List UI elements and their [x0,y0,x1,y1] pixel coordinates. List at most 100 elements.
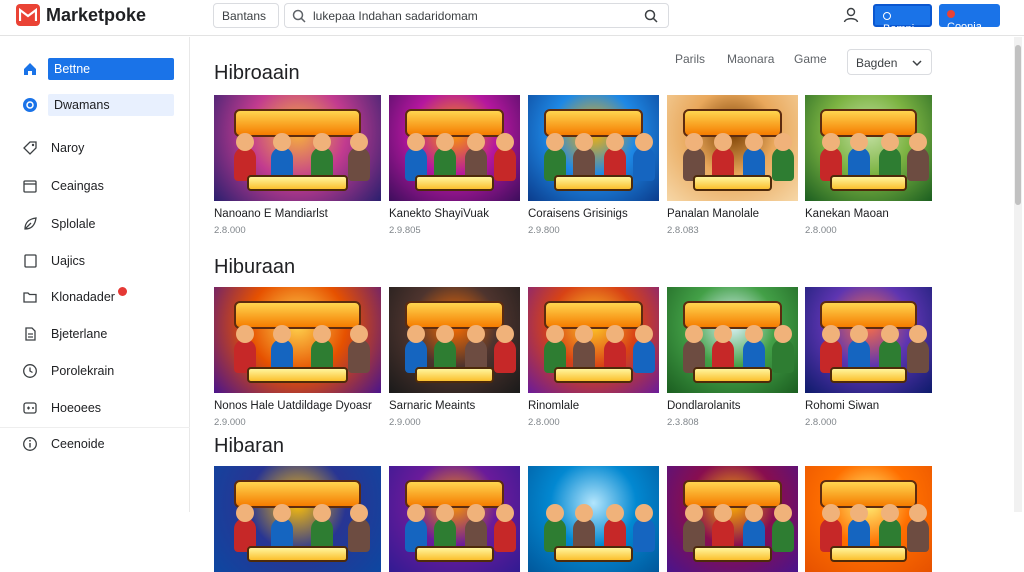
filter-link-2[interactable]: Maonara [727,52,774,66]
game-thumbnail[interactable] [805,95,932,201]
game-title[interactable]: Kanekto ShayiVuak [389,208,520,220]
game-title[interactable]: Kanekan Maoan [805,208,932,220]
sort-dropdown-value: Bagden [856,56,898,70]
sidebar-item-9[interactable]: Porolekrain [10,358,185,384]
game-logo-banner [234,109,361,137]
scrollbar-thumb[interactable] [1015,45,1021,205]
game-card[interactable]: Rohomi Siwan 2.8.000 [805,287,932,428]
game-thumbnail[interactable] [528,466,659,572]
leaf-icon [22,216,38,232]
search-icon [292,9,306,28]
game-title[interactable]: Coraisens Grisinigs [528,208,659,220]
game-title[interactable]: Nanoano E Mandiarlst [214,208,381,220]
game-thumbnail[interactable] [667,95,798,201]
secondary-action-label: Coonia [947,21,982,33]
game-thumbnail[interactable] [528,95,659,201]
character-figure [771,133,794,181]
sidebar-divider [0,427,190,428]
user-account-icon[interactable] [843,7,859,28]
character-figure [632,133,655,181]
game-thumbnail[interactable] [389,95,520,201]
game-thumbnail[interactable] [528,287,659,393]
game-thumbnail[interactable] [214,287,381,393]
game-thumbnail[interactable] [214,466,381,572]
sidebar-item-7[interactable]: Klonadader [10,284,185,310]
sidebar-item-11[interactable]: Ceenoide [10,431,185,457]
sidebar-item-label: Hoeoees [51,401,102,415]
game-title[interactable]: Rinomlale [528,400,659,412]
game-thumbnail[interactable] [805,287,932,393]
sidebar-item-1[interactable]: Bettne [10,56,185,82]
game-meta: 2.9.000 [214,417,246,428]
game-meta: 2.8.000 [805,417,837,428]
game-title[interactable]: Sarnaric Meaints [389,400,520,412]
game-card[interactable]: Dondlarolanits 2.3.808 [667,287,798,428]
game-logo-banner [820,480,917,508]
character-figure [632,325,655,373]
game-card[interactable]: Nonos Hale Uatdildage Dyoasr 2.9.000 [214,287,381,428]
sidebar-item-3[interactable]: Naroy [10,135,185,161]
filter-link-1[interactable]: Parils [675,52,705,66]
search-bar[interactable]: lukepaa Indahan sadaridomam [284,3,669,28]
game-logo-banner [820,109,917,137]
game-card[interactable]: Rinomlale 2.8.000 [528,287,659,428]
notification-badge [118,287,127,296]
gamepad-icon [22,400,38,416]
character-figure [771,504,794,552]
game-card[interactable]: Panalan Manolale 2.8.083 [667,95,798,236]
game-title[interactable]: Dondlarolanits [667,400,798,412]
game-card[interactable] [214,466,381,572]
page-scrollbar[interactable] [1014,37,1022,512]
brand-logo-icon[interactable] [16,4,40,26]
game-subtitle-banner [415,546,494,562]
game-title[interactable]: Rohomi Siwan [805,400,932,412]
search-submit-icon[interactable] [644,9,658,28]
game-card[interactable] [389,466,520,572]
sidebar-item-8[interactable]: Bjeterlane [10,321,185,347]
game-thumbnail[interactable] [389,287,520,393]
game-thumbnail[interactable] [805,466,932,572]
character-figure [906,504,929,552]
search-input[interactable]: lukepaa Indahan sadaridomam [313,9,478,23]
sidebar-item-2[interactable]: Dwamans [10,92,185,118]
primary-action-button[interactable]: Bamni [873,4,932,35]
game-card[interactable] [667,466,798,572]
game-card[interactable]: Sarnaric Meaints 2.9.000 [389,287,520,428]
game-title[interactable]: Panalan Manolale [667,208,798,220]
game-card[interactable]: Kanekto ShayiVuak 2.9.805 [389,95,520,236]
game-meta: 2.8.000 [805,225,837,236]
game-thumbnail[interactable] [214,95,381,201]
game-meta: 2.9.805 [389,225,421,236]
sidebar-item-10[interactable]: Hoeoees [10,395,185,421]
game-card[interactable]: Coraisens Grisinigs 2.9.800 [528,95,659,236]
game-subtitle-banner [830,175,907,191]
sidebar-item-label: Naroy [51,141,85,155]
game-logo-banner [234,301,361,329]
game-thumbnail[interactable] [389,466,520,572]
sidebar-item-5[interactable]: Splolale [10,211,185,237]
sort-dropdown[interactable]: Bagden [847,49,932,75]
game-thumbnail[interactable] [667,466,798,572]
filter-link-3[interactable]: Game [794,52,827,66]
info-icon [22,436,38,452]
game-title[interactable]: Nonos Hale Uatdildage Dyoasr [214,400,381,412]
sidebar-item-label: Splolale [51,217,96,231]
game-subtitle-banner [247,546,348,562]
sidebar-item-6[interactable]: Uajics [10,248,185,274]
game-card[interactable]: Kanekan Maoan 2.8.000 [805,95,932,236]
character-figure [347,133,370,181]
character-figure [906,133,929,181]
sidebar-item-4[interactable]: Ceaingas [10,173,185,199]
game-card[interactable]: Nanoano E Mandiarlst 2.8.000 [214,95,381,236]
game-meta: 2.8.000 [214,225,246,236]
game-card[interactable] [528,466,659,572]
brand-name[interactable]: Marketpoke [46,5,146,26]
game-subtitle-banner [693,175,772,191]
secondary-action-button[interactable]: Coonia [939,4,1000,33]
game-thumbnail[interactable] [667,287,798,393]
game-subtitle-banner [693,546,772,562]
game-logo-banner [234,480,361,508]
category-select[interactable]: Bantans [213,3,279,28]
game-subtitle-banner [830,546,907,562]
game-card[interactable] [805,466,932,572]
